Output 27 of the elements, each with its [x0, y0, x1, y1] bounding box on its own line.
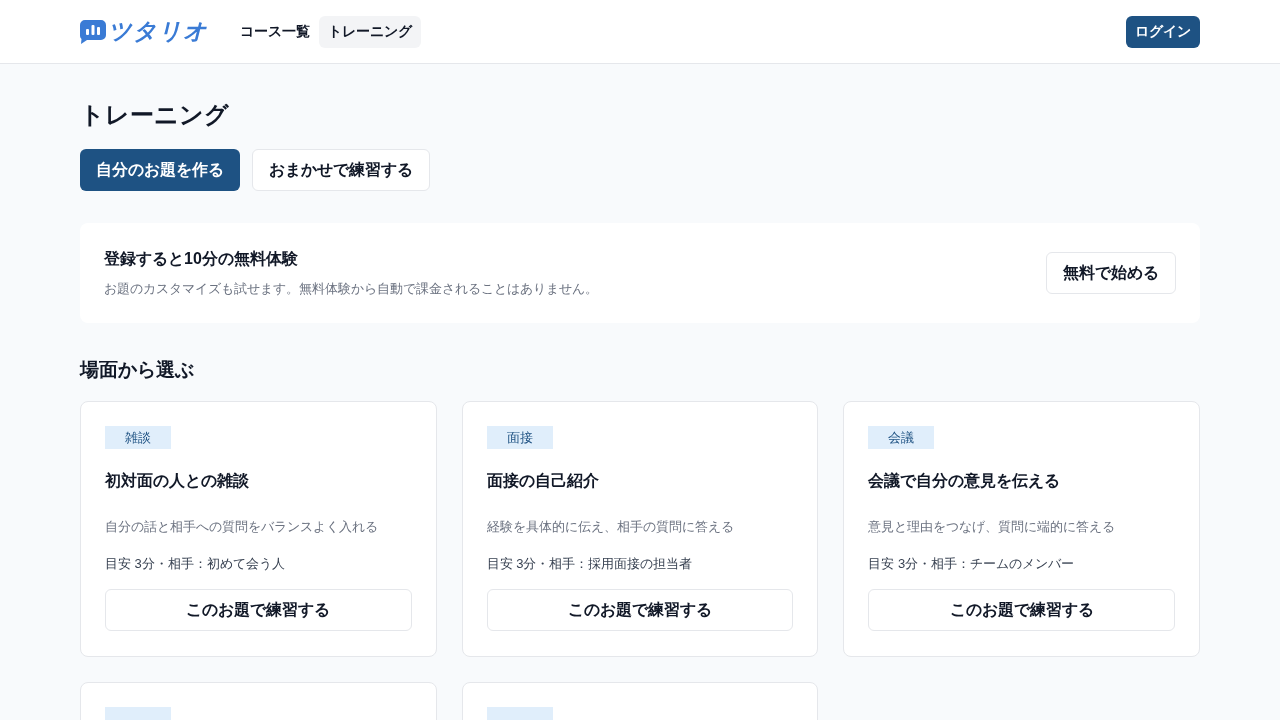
card-title: 面接の自己紹介 [486, 471, 599, 491]
nav-link[interactable]: コース一覧 [231, 15, 319, 48]
random-practice-button[interactable]: おまかせで練習する [252, 149, 430, 191]
nav-link[interactable]: トレーニング [319, 15, 421, 48]
card-title: 会議で自分の意見を伝える [868, 471, 1061, 491]
card-description: 自分の話と相手への質問をバランスよく入れる [105, 518, 378, 536]
practice-button[interactable]: このお題で練習する [105, 589, 412, 631]
card-description: 経験を具体的に伝え、相手の質問に答える [486, 518, 734, 536]
practice-button[interactable]: このお題で練習する [486, 589, 794, 631]
banner-title: 登録すると10分の無料体験 [104, 248, 298, 269]
card-title: 初対面の人との雑談 [105, 471, 249, 491]
section-heading: 場面から選ぶ [80, 358, 194, 382]
category-tag: 雑談 [105, 426, 171, 449]
category-tag: 会議 [868, 426, 935, 449]
banner-description: お題のカスタマイズも試せます。無料体験から自動で課金されることはありません。 [104, 279, 598, 298]
logo-text[interactable]: ツタリオ [108, 20, 208, 43]
card-description: 意見と理由をつなげ、質問に端的に答える [868, 518, 1116, 536]
page-title: トレーニング [80, 100, 230, 130]
create-topic-button[interactable]: 自分のお題を作る [80, 149, 240, 191]
card-meta: 目安 3分・相手：チームのメンバー [868, 555, 1075, 573]
speech-bubble-bars-icon [80, 19, 106, 44]
practice-button[interactable]: このお題で練習する [868, 589, 1175, 631]
login-button[interactable]: ログイン [1126, 15, 1200, 48]
start-free-button[interactable]: 無料で始める [1046, 252, 1176, 294]
category-tag: 面接 [486, 426, 553, 449]
card-meta: 目安 3分・相手：採用面接の担当者 [486, 555, 693, 573]
card-meta: 目安 3分・相手：初めて会う人 [105, 555, 285, 573]
